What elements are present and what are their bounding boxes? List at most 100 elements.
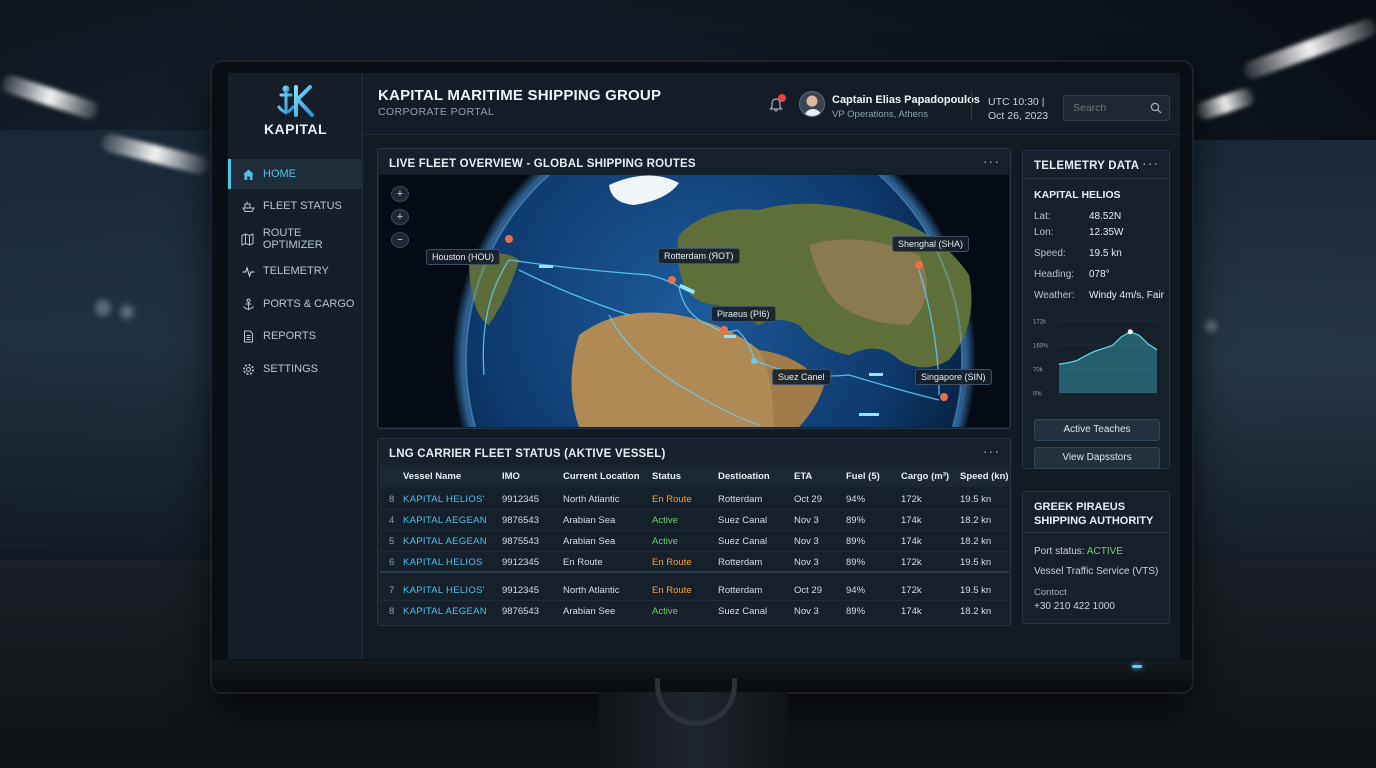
column-header[interactable]: Fuel (5)	[846, 471, 880, 482]
port-status-label: Port status:	[1034, 546, 1085, 557]
location-cell: North Atlantic	[563, 494, 620, 505]
speed-label: Speed:	[1034, 248, 1066, 259]
table-row[interactable]: 7 KAPITAL HELIOS' 9912345 North Atlantic…	[379, 580, 1009, 601]
zoom-out-button[interactable]: −	[391, 232, 409, 248]
sidebar-item-home[interactable]: HOME	[228, 159, 363, 189]
speed-cell: 18.2 kn	[960, 536, 992, 547]
weather-label: Weather:	[1034, 290, 1075, 301]
table-row[interactable]: 5 KAPITAL AEGEAN 9875543 Arabian Sea Act…	[379, 531, 1009, 552]
fleet-table-menu-button[interactable]: ···	[983, 443, 1000, 459]
portal-subtitle: CORPORATE PORTAL	[378, 106, 495, 118]
chart-area	[1059, 331, 1157, 393]
column-header[interactable]: Speed (kn)	[960, 471, 1009, 482]
table-row[interactable]: 8 KAPITAL AEGEAN 9876543 Arabian See Act…	[379, 601, 1009, 622]
ceiling-light	[1193, 86, 1257, 122]
chart-tick-label: 70k	[1033, 368, 1044, 374]
port-label-houston[interactable]: Houston (HOU)	[426, 249, 501, 265]
lat-label: Lat:	[1034, 211, 1051, 222]
contact-phone[interactable]: +30 210 422 1000	[1034, 601, 1115, 612]
portal-screen: KAPITAL HOME FLEET STATUS ROUTE OPTIMIZE…	[228, 73, 1180, 659]
sidebar-item-route-optimizer[interactable]: ROUTE OPTIMIZER	[228, 224, 363, 254]
zoom-in-button[interactable]: +	[391, 186, 409, 202]
speed-cell: 18.2 kn	[960, 606, 992, 617]
chart-tick-label: 0%	[1033, 392, 1042, 398]
search-input[interactable]	[1064, 96, 1144, 120]
search-icon[interactable]	[1150, 102, 1162, 114]
top-header: KAPITAL MARITIME SHIPPING GROUP CORPORAT…	[364, 73, 1180, 135]
table-row[interactable]: 4 KAPITAL AEGEAN 9876543 Arabian Sea Act…	[379, 510, 1009, 531]
port-label-singapore[interactable]: Singapore (SIN)	[915, 369, 992, 385]
chart-peak-point[interactable]	[1127, 329, 1133, 335]
current-date: Oct 26, 2023	[988, 110, 1049, 122]
status-badge: En Route	[652, 585, 692, 596]
authority-title-line: GREEK PIRAEUS	[1034, 501, 1126, 513]
row-index: 7	[389, 585, 395, 596]
vessel-name-link[interactable]: KAPITAL AEGEAN	[403, 536, 487, 547]
sidebar-item-ports-cargo[interactable]: PORTS & CARGO	[228, 289, 363, 319]
telemetry-vessel-name: KAPITAL HELIOS	[1034, 189, 1121, 201]
imo-cell: 9912345	[502, 494, 539, 505]
column-header[interactable]: Current Location	[563, 471, 640, 482]
company-title: KAPITAL MARITIME SHIPPING GROUP	[378, 87, 662, 104]
lon-value: 12.35W	[1089, 227, 1124, 238]
row-index: 8	[389, 606, 395, 617]
port-label-suez[interactable]: Suez Canel	[772, 369, 831, 385]
eta-cell: Nov 3	[794, 557, 819, 568]
status-badge: En Route	[652, 494, 692, 505]
telemetry-menu-button[interactable]: ···	[1142, 155, 1159, 171]
port-label-rotterdam[interactable]: Rotterdam (ЯOT)	[658, 248, 740, 264]
status-badge: Active	[652, 606, 678, 617]
search-box[interactable]	[1063, 95, 1170, 121]
vessel-name-link[interactable]: KAPITAL AEGEAN	[403, 606, 487, 617]
ceiling-light	[1241, 16, 1376, 82]
column-header[interactable]: Cargo (m³)	[901, 471, 949, 482]
sidebar-item-fleet-status[interactable]: FLEET STATUS	[228, 191, 363, 221]
notification-badge	[778, 94, 786, 102]
vessel-name-link[interactable]: KAPITAL HELIOS'	[403, 494, 485, 505]
imo-cell: 9876543	[502, 515, 539, 526]
eta-cell: Nov 3	[794, 606, 819, 617]
column-header[interactable]: Vessel Name	[403, 471, 461, 482]
active-teaches-button[interactable]: Active Teaches	[1034, 419, 1160, 441]
fleet-table-panel: LNG CARRIER FLEET STATUS (AKTIVE VESSEL)…	[377, 438, 1011, 626]
telemetry-divider	[1023, 178, 1169, 179]
column-header[interactable]: IMO	[502, 471, 520, 482]
table-row[interactable]: 6 KAPITAL HELIOS 9912345 En Route En Rou…	[379, 552, 1009, 573]
column-header[interactable]: Status	[652, 471, 681, 482]
port-label-piraeus[interactable]: Piraeus (PI6)	[711, 306, 776, 322]
view-dapsstors-button[interactable]: View Dapsstors	[1034, 447, 1160, 469]
column-header[interactable]: Destioation	[718, 471, 770, 482]
port-label-shanghai[interactable]: Shenghal (SHA)	[892, 236, 970, 252]
vessel-name-link[interactable]: KAPITAL HELIOS	[403, 557, 483, 568]
zoom-in-button[interactable]: +	[391, 209, 409, 225]
vessel-name-link[interactable]: KAPITAL AEGEAN	[403, 515, 487, 526]
status-badge: Active	[652, 515, 678, 526]
vessel-name-link[interactable]: KAPITAL HELIOS'	[403, 585, 485, 596]
sidebar-item-label: HOME	[263, 168, 296, 180]
eta-cell: Oct 29	[794, 494, 822, 505]
sidebar-item-reports[interactable]: REPORTS	[228, 321, 363, 351]
row-index: 4	[389, 515, 395, 526]
avatar[interactable]	[799, 91, 825, 117]
heading-value: 078°	[1089, 269, 1110, 280]
world-map[interactable]: + + − Houston (HOU) Rotterdam (ЯOT) Shen…	[379, 175, 1009, 427]
utc-datetime: UTC 10:30 | Oct 26, 2023	[988, 95, 1048, 123]
weather-value: Windy 4m/s, Fair	[1089, 290, 1165, 301]
cargo-cell: 172k	[901, 494, 922, 505]
map-panel-menu-button[interactable]: ···	[983, 153, 1000, 169]
document-icon	[241, 329, 255, 343]
column-header[interactable]: ETA	[794, 471, 812, 482]
table-row[interactable]: 8 KAPITAL HELIOS' 9912345 North Atlantic…	[379, 489, 1009, 510]
anchor-icon	[241, 297, 255, 311]
telemetry-panel: TELEMETRY DATA ··· KAPITAL HELIOS Lat: 4…	[1022, 150, 1170, 469]
eta-cell: Oct 29	[794, 585, 822, 596]
sidebar-item-settings[interactable]: SETTINGS	[228, 354, 363, 384]
imo-cell: 9876543	[502, 606, 539, 617]
map-icon	[241, 232, 255, 246]
ceiling-light	[0, 72, 101, 122]
cargo-cell: 172k	[901, 585, 922, 596]
telemetry-sparkline-chart: 172k 160% 70k 0%	[1033, 320, 1158, 398]
fuel-cell: 89%	[846, 515, 866, 526]
sidebar-item-telemetry[interactable]: TELEMETRY	[228, 256, 363, 286]
authority-title: GREEK PIRAEUS SHIPPING AUTHORITY	[1034, 500, 1153, 528]
